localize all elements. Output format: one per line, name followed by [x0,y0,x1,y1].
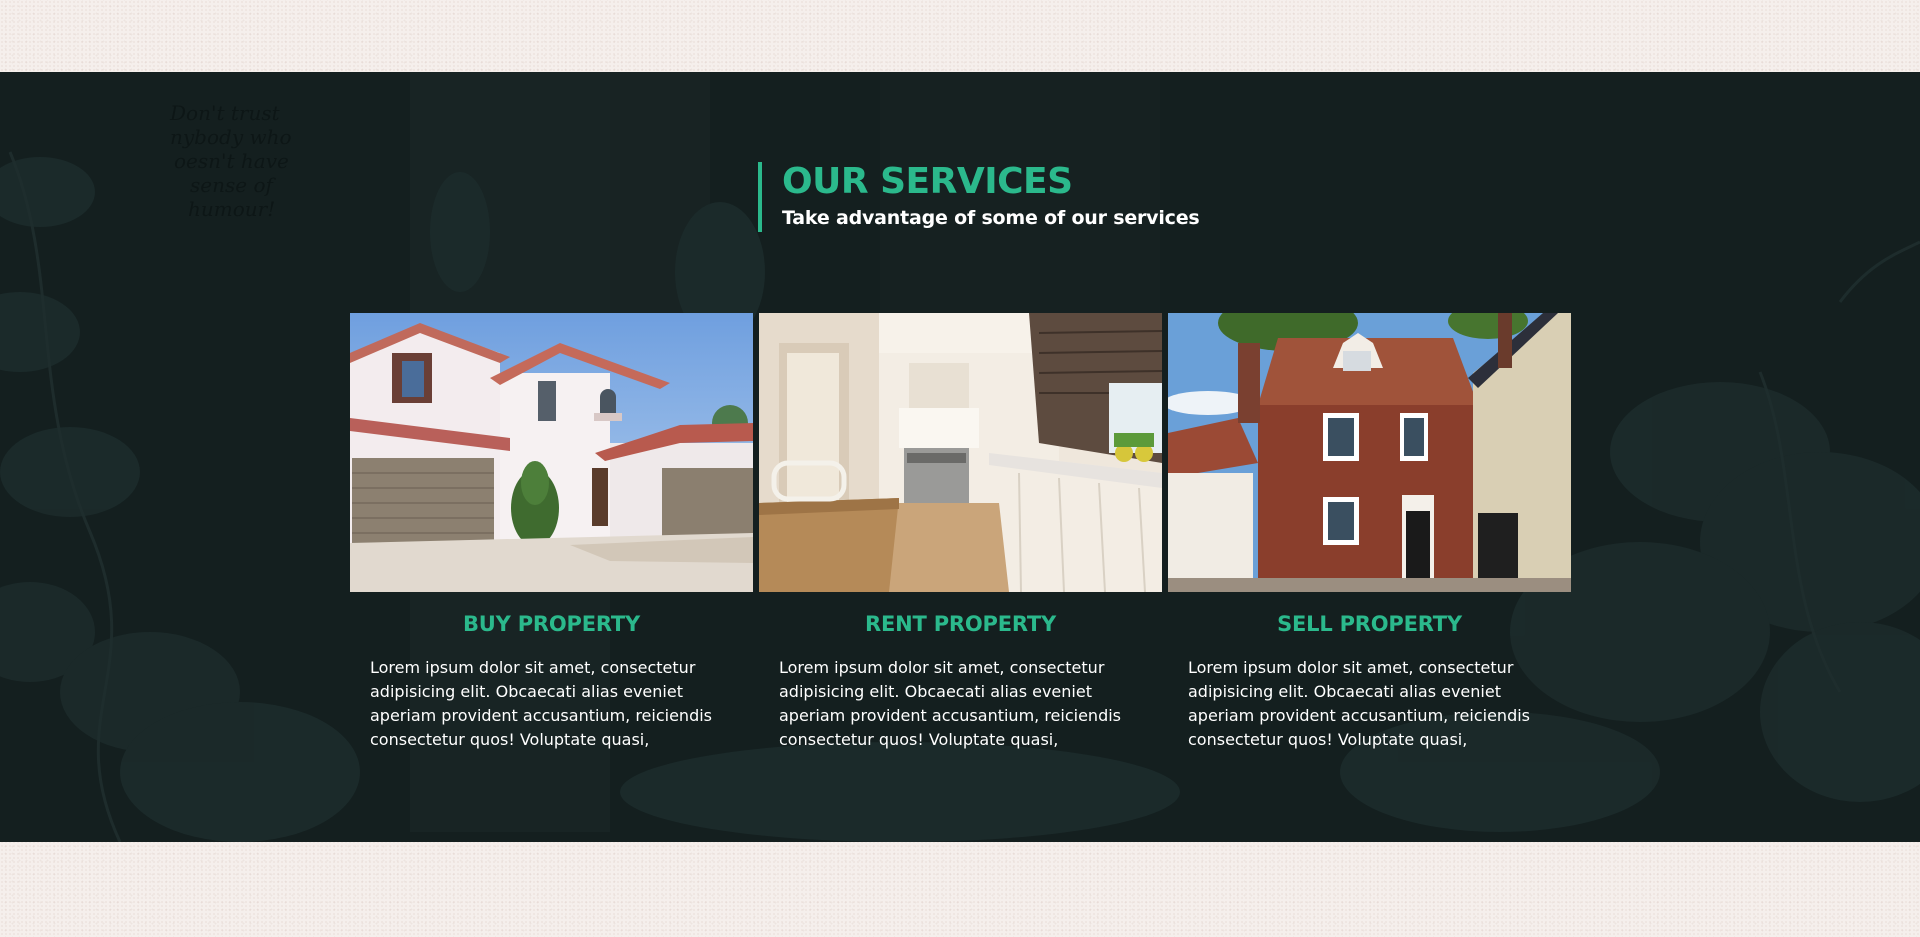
svg-text:sense of: sense of [190,173,276,197]
svg-text:humour!: humour! [188,197,275,221]
service-card-buy: BUY PROPERTY Lorem ipsum dolor sit amet,… [350,313,753,752]
services-section: Don't trust nybody who oesn't have sense… [0,72,1920,842]
service-description: Lorem ipsum dolor sit amet, consectetur … [370,658,713,749]
service-card-sell: SELL PROPERTY Lorem ipsum dolor sit amet… [1168,313,1571,752]
section-subtitle: Take advantage of some of our services [782,207,1200,229]
service-card-rent: RENT PROPERTY Lorem ipsum dolor sit amet… [759,313,1162,752]
svg-text:nybody who: nybody who [170,125,292,149]
service-title: SELL PROPERTY [1277,612,1462,636]
service-title: RENT PROPERTY [864,612,1057,636]
buy-property-image [350,313,753,592]
sell-property-image [1168,313,1571,592]
service-title: BUY PROPERTY [462,612,641,636]
section-title: OUR SERVICES [782,161,1073,202]
svg-text:Don't trust: Don't trust [169,101,281,125]
rent-property-image [759,313,1162,592]
section-heading: OUR SERVICES Take advantage of some of o… [758,162,1200,232]
service-description: Lorem ipsum dolor sit amet, consectetur … [779,658,1122,749]
svg-text:oesn't have: oesn't have [174,149,289,173]
handwritten-note: Don't trust nybody who oesn't have sense… [169,101,292,221]
service-description: Lorem ipsum dolor sit amet, consectetur … [1188,658,1531,749]
